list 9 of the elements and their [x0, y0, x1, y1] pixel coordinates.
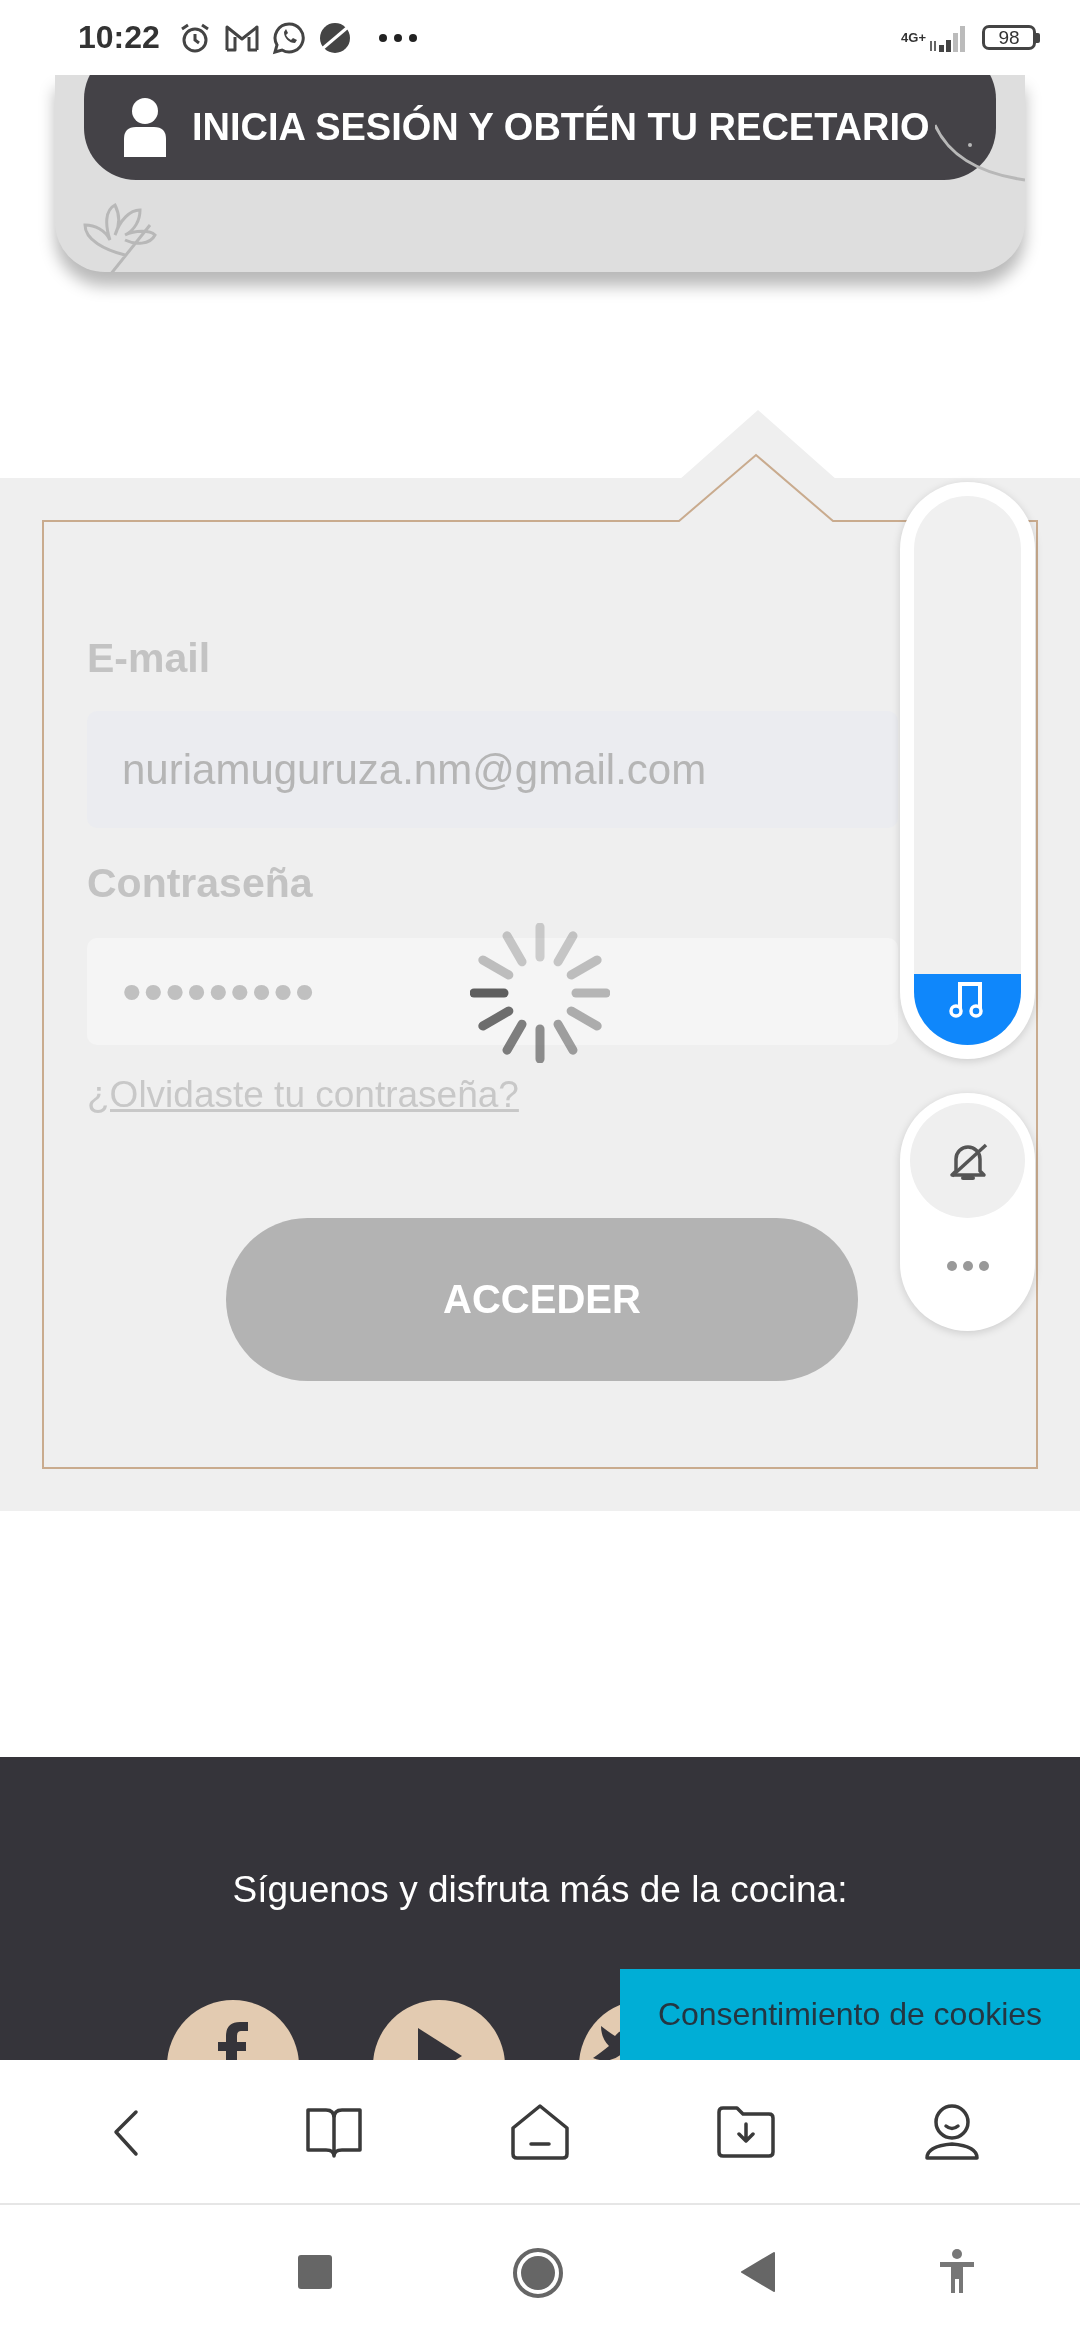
password-field[interactable]: ••••••••• [87, 938, 898, 1045]
cookie-consent-button[interactable]: Consentimiento de cookies [620, 1969, 1080, 2060]
login-banner-button[interactable]: INICIA SESIÓN Y OBTÉN TU RECETARIO [84, 75, 996, 180]
network-label: 4G+ [901, 31, 926, 44]
login-button[interactable]: ACCEDER [226, 1218, 858, 1381]
email-field[interactable]: nuriamuguruza.nm@gmail.com [87, 711, 898, 828]
status-time: 10:22 [78, 19, 160, 56]
follow-us-text: Síguenos y disfruta más de la cocina: [232, 1868, 848, 1912]
battery-level: 98 [982, 25, 1036, 50]
